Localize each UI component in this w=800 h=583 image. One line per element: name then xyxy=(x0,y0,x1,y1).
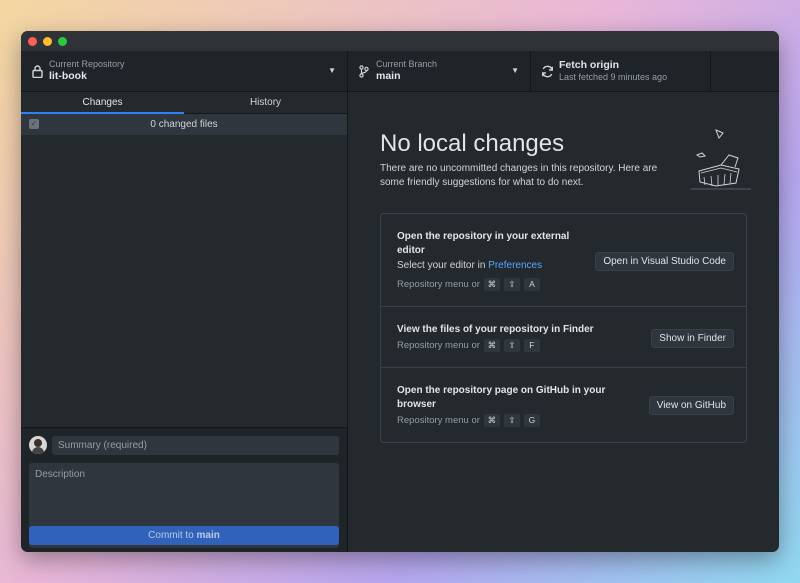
command-key-icon: ⌘ xyxy=(483,414,500,427)
shift-key-icon: ⇧ xyxy=(503,339,520,352)
title-bar xyxy=(21,31,779,51)
git-branch-icon xyxy=(357,63,371,79)
changes-sidebar: Changes History ✓ 0 changed files Descri… xyxy=(21,92,348,552)
select-editor-text: Select your editor in xyxy=(397,260,489,271)
letter-key: G xyxy=(523,414,540,427)
fetch-origin-title: Fetch origin xyxy=(559,59,620,71)
empty-state-illustration xyxy=(691,129,751,190)
tab-changes[interactable]: Changes xyxy=(21,92,184,114)
zoom-window-button[interactable] xyxy=(58,37,67,46)
keyboard-shortcut: Repository menu or ⌘ ⇧ F xyxy=(397,339,540,352)
close-window-button[interactable] xyxy=(28,37,37,46)
show-in-finder-button[interactable]: Show in Finder xyxy=(651,329,734,348)
current-repository-dropdown[interactable]: Current Repository lit-book ▼ xyxy=(21,51,348,91)
shortcut-prefix: Repository menu or xyxy=(397,340,480,351)
branch-name: main xyxy=(376,70,401,82)
minimize-window-button[interactable] xyxy=(43,37,52,46)
commit-button-branch: main xyxy=(196,530,220,541)
shift-key-icon: ⇧ xyxy=(503,278,520,291)
letter-key: A xyxy=(523,278,540,291)
suggestion-title: Open the repository page on GitHub in yo… xyxy=(397,385,606,410)
branch-label: Current Branch xyxy=(376,59,438,69)
suggestion-show-in-finder: View the files of your repository in Fin… xyxy=(381,307,746,368)
keyboard-shortcut: Repository menu or ⌘ ⇧ G xyxy=(397,414,540,427)
suggestion-title: View the files of your repository in Fin… xyxy=(397,324,594,335)
commit-summary-input[interactable] xyxy=(52,436,339,455)
keyboard-shortcut: Repository menu or ⌘ ⇧ A xyxy=(397,278,540,291)
page-title: No local changes xyxy=(380,130,565,157)
repository-label: Current Repository xyxy=(49,59,125,69)
changed-files-count: 0 changed files xyxy=(150,119,218,130)
shortcut-prefix: Repository menu or xyxy=(397,279,480,290)
letter-key: F xyxy=(523,339,540,352)
last-fetched-text: Last fetched 9 minutes ago xyxy=(559,72,668,82)
chevron-down-icon: ▼ xyxy=(328,66,336,75)
suggestion-subtitle: Select your editor in Preferences xyxy=(397,260,542,271)
suggestion-open-editor: Open the repository in your external edi… xyxy=(381,214,746,307)
repository-name: lit-book xyxy=(49,70,87,82)
shift-key-icon: ⇧ xyxy=(503,414,520,427)
suggestions-list: Open the repository in your external edi… xyxy=(380,213,747,443)
shortcut-prefix: Repository menu or xyxy=(397,415,480,426)
chevron-down-icon: ▼ xyxy=(511,66,519,75)
description-placeholder: Description xyxy=(35,469,86,480)
toolbar: Current Repository lit-book ▼ Current Br… xyxy=(21,51,779,92)
command-key-icon: ⌘ xyxy=(483,339,500,352)
commit-button[interactable]: Commit to main xyxy=(29,526,339,545)
suggestion-title: Open the repository in your external edi… xyxy=(397,231,570,256)
command-key-icon: ⌘ xyxy=(483,278,500,291)
commit-button-prefix: Commit to xyxy=(148,530,197,541)
preferences-link[interactable]: Preferences xyxy=(488,260,542,271)
commit-form: Description Commit to main xyxy=(21,427,347,552)
main-panel: No local changes There are no uncommitte… xyxy=(348,92,779,552)
app-window: Current Repository lit-book ▼ Current Br… xyxy=(21,31,779,552)
current-branch-dropdown[interactable]: Current Branch main ▼ xyxy=(348,51,531,91)
page-description: There are no uncommitted changes in this… xyxy=(380,163,658,188)
open-in-vscode-button[interactable]: Open in Visual Studio Code xyxy=(595,252,734,271)
suggestion-view-on-github: Open the repository page on GitHub in yo… xyxy=(381,368,746,442)
fetch-origin-button[interactable]: Fetch origin Last fetched 9 minutes ago xyxy=(531,51,711,91)
lock-icon xyxy=(30,63,44,79)
changed-files-header: ✓ 0 changed files xyxy=(21,114,347,135)
sync-icon xyxy=(540,63,554,79)
sidebar-tabs: Changes History xyxy=(21,92,347,114)
avatar xyxy=(29,436,47,454)
view-on-github-button[interactable]: View on GitHub xyxy=(648,396,734,415)
select-all-checkbox[interactable]: ✓ xyxy=(29,119,39,129)
tab-history[interactable]: History xyxy=(184,92,347,114)
